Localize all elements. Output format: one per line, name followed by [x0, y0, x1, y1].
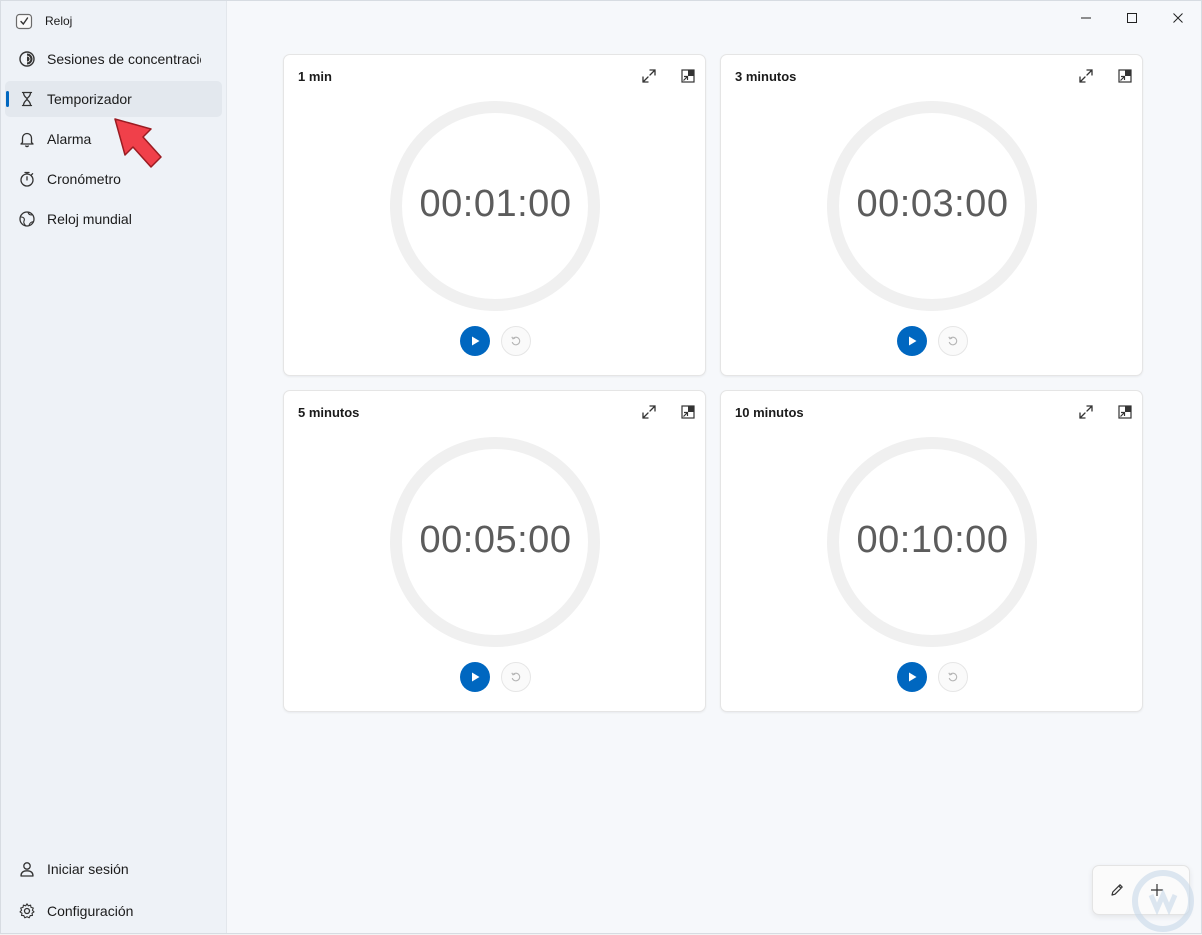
timer-name: 3 minutos — [735, 69, 797, 84]
stopwatch-icon — [7, 170, 47, 188]
sidebar-item-label: Sesiones de concentració — [47, 51, 201, 67]
reset-icon — [948, 672, 958, 682]
expand-icon — [642, 69, 656, 83]
timer-name: 1 min — [298, 69, 332, 84]
play-icon — [472, 336, 480, 346]
pencil-icon — [1111, 884, 1123, 896]
minimize-button[interactable] — [1063, 1, 1109, 35]
sidebar-item-label: Configuración — [47, 903, 134, 919]
play-icon — [472, 672, 480, 682]
keep-on-top-button[interactable] — [677, 65, 699, 87]
timer-card[interactable]: 1 min 00:01:00 — [283, 54, 706, 376]
expand-icon — [642, 405, 656, 419]
keep-on-top-icon — [681, 69, 695, 83]
play-button[interactable] — [460, 662, 490, 692]
bell-icon — [7, 130, 47, 148]
reset-button[interactable] — [938, 662, 968, 692]
reset-icon — [511, 672, 521, 682]
gear-icon — [7, 902, 47, 920]
reset-button[interactable] — [938, 326, 968, 356]
expand-icon — [1079, 69, 1093, 83]
sidebar-item-focus-sessions[interactable]: Sesiones de concentració — [5, 41, 222, 77]
clock-app-icon — [15, 13, 33, 30]
timer-display: 00:01:00 — [419, 183, 572, 225]
annotation-arrow-icon — [114, 118, 162, 168]
app-window: Reloj Sesiones de concentració Temporiza… — [0, 0, 1202, 934]
timer-card[interactable]: 5 minutos 00:05:00 — [283, 390, 706, 712]
sidebar-item-label: Temporizador — [47, 91, 132, 107]
play-icon — [909, 672, 917, 682]
play-icon — [909, 336, 917, 346]
play-button[interactable] — [897, 662, 927, 692]
timer-card[interactable]: 10 minutos 00:10:00 — [720, 390, 1143, 712]
hourglass-icon — [7, 90, 47, 108]
app-title: Reloj — [45, 14, 73, 28]
keep-on-top-button[interactable] — [1114, 401, 1136, 423]
close-icon — [1173, 13, 1183, 23]
expand-button[interactable] — [1075, 65, 1097, 87]
edit-timers-button[interactable] — [1105, 878, 1129, 902]
keep-on-top-icon — [1118, 405, 1132, 419]
maximize-icon — [1127, 13, 1137, 23]
focus-icon — [7, 50, 47, 68]
sidebar-item-settings[interactable]: Configuración — [5, 893, 222, 929]
sidebar-item-sign-in[interactable]: Iniciar sesión — [5, 851, 222, 887]
sidebar-item-timer[interactable]: Temporizador — [5, 81, 222, 117]
sidebar-item-label: Iniciar sesión — [47, 861, 129, 877]
timer-card[interactable]: 3 minutos 00:03:00 — [720, 54, 1143, 376]
expand-button[interactable] — [638, 65, 660, 87]
timer-display: 00:05:00 — [419, 519, 572, 561]
timer-display: 00:10:00 — [856, 519, 1009, 561]
keep-on-top-button[interactable] — [1114, 65, 1136, 87]
maximize-button[interactable] — [1109, 1, 1155, 35]
reset-icon — [948, 336, 958, 346]
person-icon — [7, 860, 47, 878]
keep-on-top-icon — [681, 405, 695, 419]
timer-name: 10 minutos — [735, 405, 804, 420]
play-button[interactable] — [460, 326, 490, 356]
reset-icon — [511, 336, 521, 346]
minimize-icon — [1081, 17, 1091, 19]
reset-button[interactable] — [501, 326, 531, 356]
globe-icon — [7, 210, 47, 228]
expand-icon — [1079, 405, 1093, 419]
watermark-logo-icon — [1132, 870, 1194, 932]
sidebar-item-world-clock[interactable]: Reloj mundial — [5, 201, 222, 237]
timer-name: 5 minutos — [298, 405, 360, 420]
keep-on-top-icon — [1118, 69, 1132, 83]
timer-display: 00:03:00 — [856, 183, 1009, 225]
window-controls — [1063, 1, 1201, 35]
sidebar-item-label: Reloj mundial — [47, 211, 132, 227]
expand-button[interactable] — [638, 401, 660, 423]
expand-button[interactable] — [1075, 401, 1097, 423]
play-button[interactable] — [897, 326, 927, 356]
sidebar-bottom-nav: Iniciar sesión Configuración — [5, 851, 222, 935]
close-button[interactable] — [1155, 1, 1201, 35]
reset-button[interactable] — [501, 662, 531, 692]
app-title-bar: Reloj — [15, 11, 72, 31]
keep-on-top-button[interactable] — [677, 401, 699, 423]
